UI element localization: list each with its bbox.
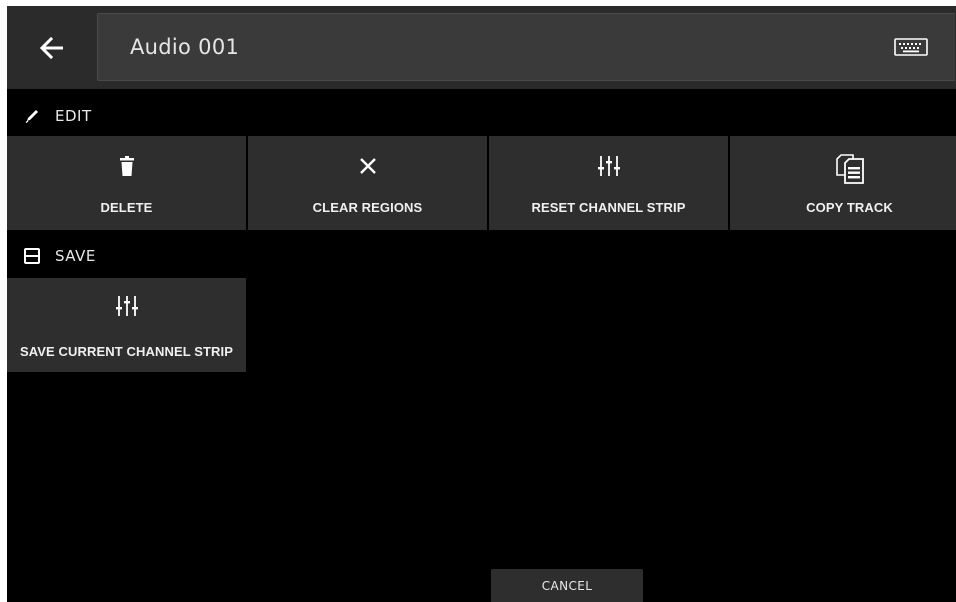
- clear-regions-label: CLEAR REGIONS: [312, 200, 423, 215]
- sliders-icon: [597, 156, 620, 176]
- copy-track-button[interactable]: COPY TRACK: [730, 136, 956, 230]
- copy-documents-icon: [835, 154, 864, 184]
- track-name-text: Audio 001: [130, 35, 240, 59]
- pencil-icon: [23, 107, 41, 125]
- trash-icon: [119, 156, 134, 176]
- edit-section-label: EDIT: [55, 107, 92, 125]
- save-section-label: SAVE: [55, 247, 96, 265]
- track-name-field[interactable]: Audio 001: [97, 13, 955, 81]
- edit-buttons-row: DELETE CLEAR REGIONS RESET CHANNEL STRIP…: [7, 136, 956, 230]
- keyboard-icon: [894, 38, 928, 56]
- close-icon: [359, 158, 376, 174]
- header-bar: Audio 001: [7, 6, 956, 89]
- floppy-disk-icon: [23, 247, 41, 265]
- edit-section-header: EDIT: [7, 96, 956, 136]
- save-buttons-row: SAVE CURRENT CHANNEL STRIP: [7, 278, 246, 372]
- copy-track-label: COPY TRACK: [806, 200, 893, 215]
- arrow-left-icon: [39, 36, 63, 59]
- save-current-channel-strip-label: SAVE CURRENT CHANNEL STRIP: [19, 344, 234, 359]
- cancel-button[interactable]: CANCEL: [491, 569, 643, 602]
- save-current-channel-strip-button[interactable]: SAVE CURRENT CHANNEL STRIP: [7, 278, 246, 372]
- clear-regions-button[interactable]: CLEAR REGIONS: [248, 136, 487, 230]
- save-section-header: SAVE: [7, 236, 956, 276]
- reset-channel-strip-button[interactable]: RESET CHANNEL STRIP: [489, 136, 728, 230]
- reset-channel-strip-label: RESET CHANNEL STRIP: [531, 200, 686, 215]
- keyboard-button[interactable]: [891, 35, 931, 59]
- screen: Audio 001 EDIT DELETE CLEAR REGIONS RESE…: [7, 6, 956, 602]
- delete-label: DELETE: [100, 200, 153, 215]
- back-button[interactable]: [7, 6, 97, 89]
- sliders-icon: [115, 296, 138, 316]
- delete-button[interactable]: DELETE: [7, 136, 246, 230]
